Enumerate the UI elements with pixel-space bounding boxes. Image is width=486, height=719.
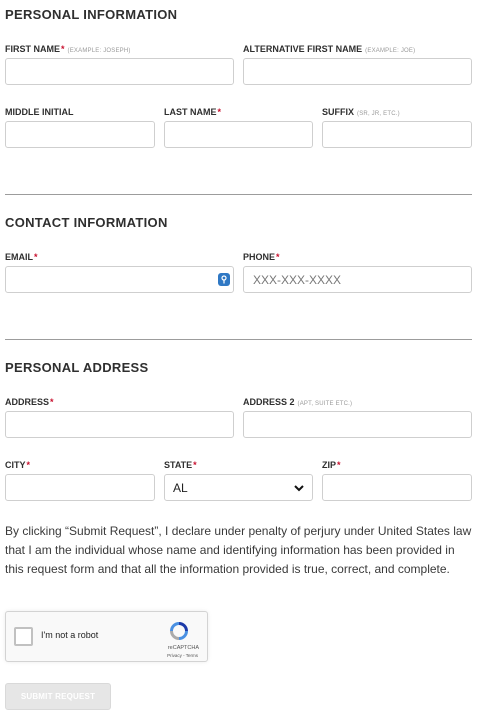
address2-hint: (APT, SUITE ETC.) <box>297 401 353 407</box>
required-mark: * <box>276 252 280 262</box>
required-mark: * <box>193 460 197 470</box>
required-mark: * <box>50 397 54 407</box>
suffix-hint: (SR, JR, ETC.) <box>357 111 400 117</box>
recaptcha-widget: I'm not a robot reCAPTCHA Privacy - Term… <box>5 611 208 662</box>
suffix-label: SUFFIX (SR, JR, ETC.) <box>322 107 400 117</box>
recaptcha-label: I'm not a robot <box>41 630 99 640</box>
recaptcha-logo-icon <box>168 620 190 642</box>
chevron-down-icon <box>294 481 304 495</box>
middle-initial-input[interactable] <box>5 121 155 148</box>
phone-label: PHONE* <box>243 252 280 262</box>
recaptcha-terms-link[interactable]: Privacy - Terms <box>167 653 198 658</box>
section-title-personal-information: PERSONAL INFORMATION <box>5 7 178 22</box>
first-name-label-text: FIRST NAME <box>5 44 60 54</box>
section-title-personal-address: PERSONAL ADDRESS <box>5 360 149 375</box>
alt-first-name-input[interactable] <box>243 58 472 85</box>
first-name-label: FIRST NAME* (EXAMPLE: JOSEPH) <box>5 44 131 54</box>
autofill-key-icon[interactable] <box>218 273 230 286</box>
zip-label: ZIP* <box>322 460 341 470</box>
last-name-label: LAST NAME* <box>164 107 221 117</box>
city-label-text: CITY <box>5 460 26 470</box>
phone-label-text: PHONE <box>243 252 276 262</box>
address2-input[interactable] <box>243 411 472 438</box>
state-selected-value: AL <box>173 480 188 495</box>
email-label: EMAIL* <box>5 252 38 262</box>
middle-initial-label: MIDDLE INITIAL <box>5 107 74 117</box>
zip-label-text: ZIP <box>322 460 337 470</box>
phone-placeholder: XXX-XXX-XXXX <box>253 272 342 287</box>
address-label: ADDRESS* <box>5 397 54 407</box>
alt-first-name-label-text: ALTERNATIVE FIRST NAME <box>243 44 363 54</box>
disclaimer-text: By clicking “Submit Request”, I declare … <box>5 524 472 576</box>
alt-first-name-label: ALTERNATIVE FIRST NAME (EXAMPLE: JOE) <box>243 44 415 54</box>
state-label: STATE* <box>164 460 197 470</box>
state-label-text: STATE <box>164 460 193 470</box>
required-mark: * <box>34 252 38 262</box>
email-label-text: EMAIL <box>5 252 33 262</box>
address-label-text: ADDRESS <box>5 397 50 407</box>
phone-input[interactable]: XXX-XXX-XXXX <box>243 266 472 293</box>
address2-label: ADDRESS 2 (APT, SUITE ETC.) <box>243 397 352 407</box>
city-label: CITY* <box>5 460 30 470</box>
section-title-contact-information: CONTACT INFORMATION <box>5 215 168 230</box>
recaptcha-brand: reCAPTCHA <box>167 645 199 651</box>
section-divider <box>5 339 472 340</box>
city-input[interactable] <box>5 474 155 501</box>
address-input[interactable] <box>5 411 234 438</box>
suffix-input[interactable] <box>322 121 472 148</box>
state-select[interactable]: AL <box>164 474 313 501</box>
zip-input[interactable] <box>322 474 472 501</box>
address2-label-text: ADDRESS 2 <box>243 397 295 407</box>
first-name-hint: (EXAMPLE: JOSEPH) <box>67 48 131 54</box>
required-mark: * <box>26 460 31 470</box>
required-mark: * <box>217 107 222 117</box>
last-name-label-text: LAST NAME <box>164 107 217 117</box>
last-name-input[interactable] <box>164 121 313 148</box>
submit-request-button[interactable]: SUBMIT REQUEST <box>5 683 111 710</box>
suffix-label-text: SUFFIX <box>322 107 355 117</box>
section-divider <box>5 194 472 195</box>
middle-initial-label-text: MIDDLE INITIAL <box>5 107 74 117</box>
first-name-input[interactable] <box>5 58 234 85</box>
required-mark: * <box>337 460 341 470</box>
required-mark: * <box>61 44 65 54</box>
recaptcha-checkbox[interactable] <box>14 627 33 646</box>
email-input[interactable] <box>5 266 234 293</box>
alt-first-name-hint: (EXAMPLE: JOE) <box>365 48 416 54</box>
